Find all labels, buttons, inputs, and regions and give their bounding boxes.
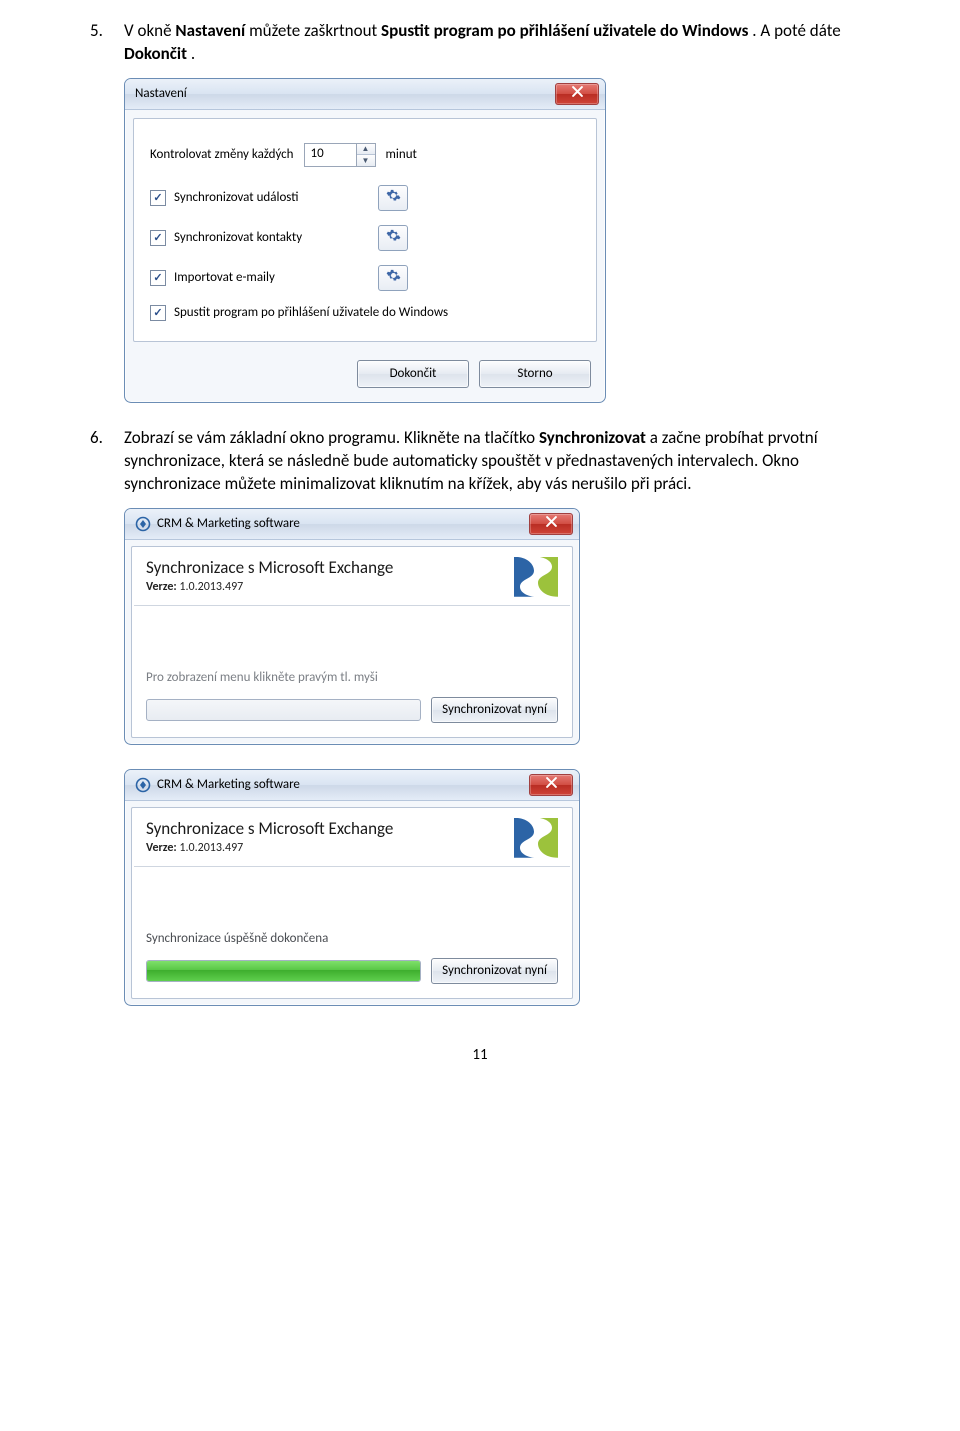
- version-label: Verze:: [146, 580, 177, 594]
- app-icon: [135, 516, 151, 532]
- text: . A poté dáte: [752, 20, 840, 41]
- checkbox-sync-events[interactable]: Synchronizovat události: [150, 185, 580, 211]
- checkbox-icon[interactable]: [150, 305, 166, 321]
- window-title: Nastavení: [135, 86, 555, 101]
- text-bold: Spustit program po přihlášení uživatele …: [381, 20, 748, 41]
- gear-icon: [386, 268, 401, 287]
- spinner-down-icon[interactable]: ▼: [357, 155, 375, 166]
- step-6-number: 6.: [90, 427, 124, 496]
- checkbox-icon[interactable]: [150, 270, 166, 286]
- interval-label-prefix: Kontrolovat změny každých: [150, 147, 294, 162]
- interval-spinner[interactable]: 10 ▲ ▼: [304, 143, 376, 167]
- interval-value[interactable]: 10: [305, 144, 356, 166]
- titlebar[interactable]: Nastavení: [125, 79, 605, 110]
- close-icon: [546, 777, 557, 792]
- brand-logo-icon: [510, 557, 558, 597]
- progress-bar: [146, 960, 421, 982]
- checkbox-import-emails[interactable]: Importovat e-maily: [150, 265, 580, 291]
- checkbox-icon[interactable]: [150, 230, 166, 246]
- sync-window-done: CRM & Marketing software Synchronizace s…: [124, 769, 580, 1006]
- gear-button[interactable]: [378, 185, 408, 211]
- sync-now-button[interactable]: Synchronizovat nyní: [431, 958, 558, 984]
- sync-heading: Synchronizace s Microsoft Exchange: [146, 818, 500, 839]
- gear-button[interactable]: [378, 265, 408, 291]
- window-title: CRM & Marketing software: [157, 516, 529, 531]
- checkbox-label: Synchronizovat události: [174, 190, 364, 205]
- page-number: 11: [90, 1046, 870, 1064]
- text: V okně: [124, 20, 175, 41]
- app-icon: [135, 777, 151, 793]
- close-icon: [546, 516, 557, 531]
- text: Zobrazí se vám základní okno programu. K…: [124, 427, 539, 448]
- checkbox-label: Spustit program po přihlášení uživatele …: [174, 305, 448, 320]
- text: můžete zaškrtnout: [249, 20, 381, 41]
- titlebar[interactable]: CRM & Marketing software: [125, 509, 579, 540]
- checkbox-label: Importovat e-maily: [174, 270, 364, 285]
- brand-logo-icon: [510, 818, 558, 858]
- gear-button[interactable]: [378, 225, 408, 251]
- sync-now-button[interactable]: Synchronizovat nyní: [431, 697, 558, 723]
- step-5-number: 5.: [90, 20, 124, 66]
- close-button[interactable]: [529, 774, 573, 796]
- text-bold: Synchronizovat: [539, 427, 646, 448]
- titlebar[interactable]: CRM & Marketing software: [125, 770, 579, 801]
- gear-icon: [386, 228, 401, 247]
- close-button[interactable]: [555, 83, 599, 105]
- sync-window-idle: CRM & Marketing software Synchronizace s…: [124, 508, 580, 745]
- step-5: 5. V okně Nastavení můžete zaškrtnout Sp…: [90, 20, 870, 66]
- version-value: 1.0.2013.497: [177, 580, 244, 594]
- cancel-button[interactable]: Storno: [479, 360, 591, 388]
- checkbox-icon[interactable]: [150, 190, 166, 206]
- spinner-up-icon[interactable]: ▲: [357, 144, 375, 156]
- text: .: [191, 43, 195, 64]
- status-text: Pro zobrazení menu klikněte pravým tl. m…: [132, 606, 572, 693]
- text-bold: Dokončit: [124, 43, 187, 64]
- interval-label-suffix: minut: [386, 147, 417, 162]
- checkbox-run-on-login[interactable]: Spustit program po přihlášení uživatele …: [150, 305, 580, 321]
- text-bold: Nastavení: [175, 20, 245, 41]
- status-text: Synchronizace úspěšně dokončena: [132, 867, 572, 954]
- checkbox-label: Synchronizovat kontakty: [174, 230, 364, 245]
- interval-row: Kontrolovat změny každých 10 ▲ ▼ minut: [150, 143, 580, 167]
- finish-button[interactable]: Dokončit: [357, 360, 469, 388]
- gear-icon: [386, 188, 401, 207]
- sync-heading: Synchronizace s Microsoft Exchange: [146, 557, 500, 578]
- progress-bar: [146, 699, 421, 721]
- close-icon: [572, 86, 583, 101]
- version-label: Verze:: [146, 841, 177, 855]
- version-value: 1.0.2013.497: [177, 841, 244, 855]
- step-6: 6. Zobrazí se vám základní okno programu…: [90, 427, 870, 496]
- window-title: CRM & Marketing software: [157, 777, 529, 792]
- checkbox-sync-contacts[interactable]: Synchronizovat kontakty: [150, 225, 580, 251]
- close-button[interactable]: [529, 513, 573, 535]
- settings-dialog: Nastavení Kontrolovat změny každých 10 ▲…: [124, 78, 606, 403]
